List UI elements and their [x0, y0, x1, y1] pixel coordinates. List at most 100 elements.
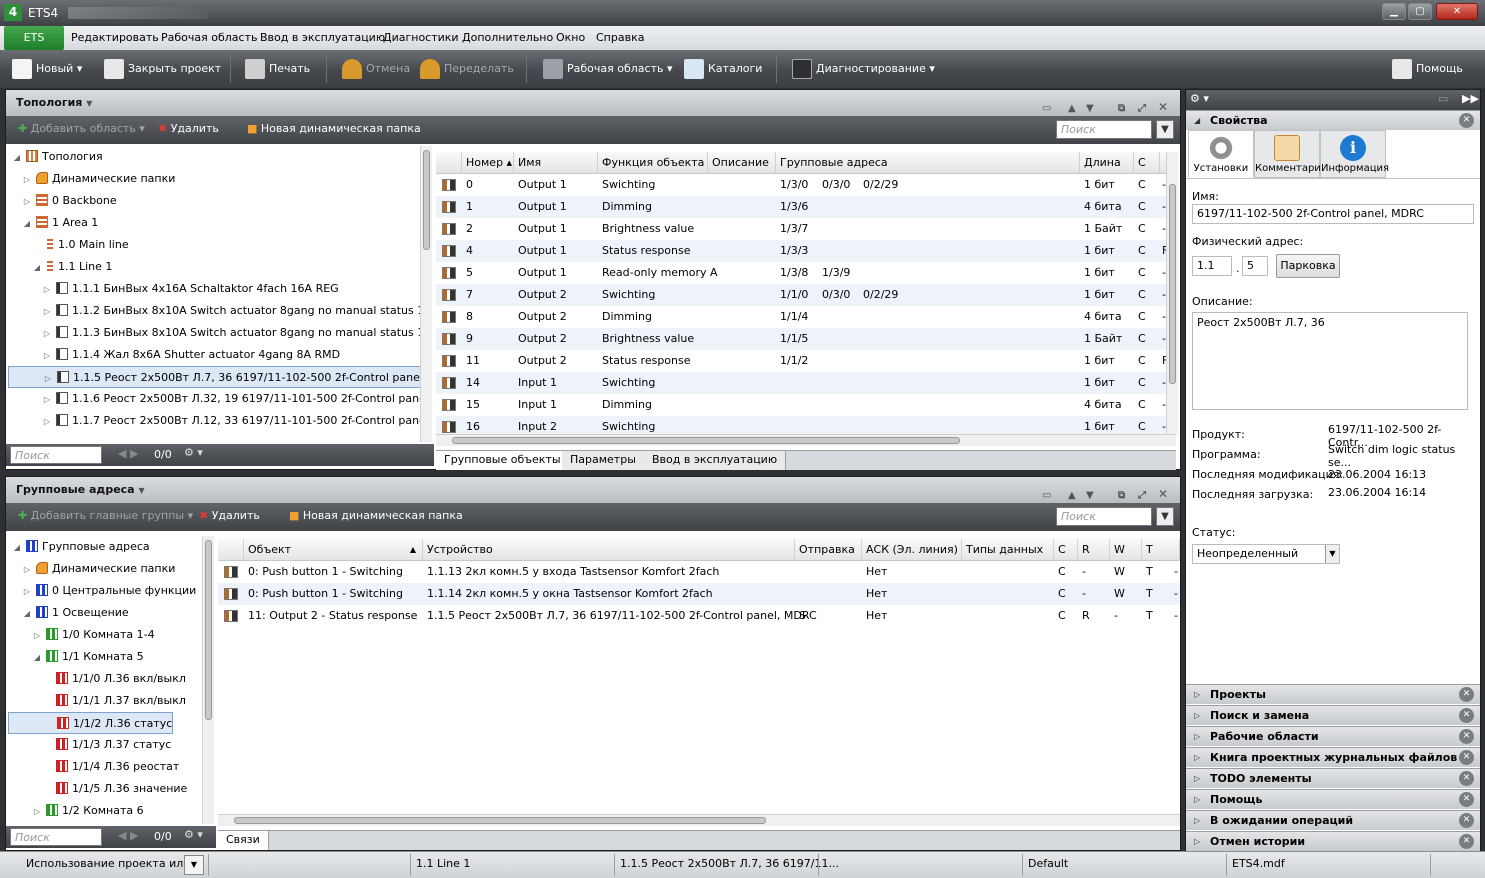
tree-item[interactable]: ▷ Динамические папки — [8, 558, 175, 580]
expand-toggle-icon[interactable]: ▷ — [42, 323, 52, 345]
table-row[interactable]: 16 Input 2 Swichting 1 бит C - — [436, 416, 1166, 434]
side-section-header[interactable]: ▷ TODO элементы ✕ — [1186, 768, 1480, 788]
expand-toggle-icon[interactable]: ▷ — [22, 581, 32, 603]
close-button[interactable]: ✕ — [1436, 3, 1478, 20]
col-name[interactable]: Имя — [514, 152, 598, 174]
col-ack[interactable]: АСК (Эл. линия) — [862, 539, 962, 561]
settings-gear-icon[interactable]: ⚙ ▾ — [1190, 92, 1209, 105]
col-send[interactable]: Отправка — [795, 539, 862, 561]
filter-icon[interactable]: ▼ — [1156, 507, 1174, 526]
tab-group-objects[interactable]: Групповые объекты — [436, 451, 570, 470]
expand-toggle-icon[interactable]: ◢ — [22, 603, 32, 625]
tab-links[interactable]: Связи — [218, 831, 269, 850]
close-section-icon[interactable]: ✕ — [1459, 729, 1474, 744]
tree-item[interactable]: 1/1/1 Л.37 вкл/выкл — [8, 690, 186, 712]
filter-icon[interactable]: ▼ — [1156, 120, 1174, 139]
scroll-thumb[interactable] — [205, 540, 212, 720]
nav-prev-icon[interactable]: ◀ ▶ — [118, 829, 138, 842]
ets-menu-button[interactable]: ETS — [4, 26, 64, 50]
new-dynamic-folder-button[interactable]: ■ Новая динамическая папка — [247, 122, 421, 135]
col-length[interactable]: Длина — [1080, 152, 1134, 174]
delete-button[interactable]: ✖ Удалить — [158, 122, 219, 135]
expand-toggle-icon[interactable]: ▷ — [42, 389, 52, 411]
tree-item[interactable]: 1/1/2 Л.36 статус — [8, 712, 174, 734]
col-number[interactable]: Номер ▴ — [462, 152, 514, 174]
menu-workspace[interactable]: Рабочая область — [161, 31, 257, 44]
menu-edit[interactable]: Редактировать — [71, 31, 159, 44]
scroll-thumb[interactable] — [423, 150, 430, 250]
print-button[interactable]: Печать — [245, 59, 310, 79]
close-section-icon[interactable]: ✕ — [1459, 708, 1474, 723]
tree-item[interactable]: ▷ 0 Backbone — [8, 190, 117, 212]
tree-item[interactable]: ◢ 1 Освещение — [8, 602, 129, 624]
tree-item[interactable]: ▷ 1/0 Комната 1-4 — [8, 624, 155, 646]
tab-settings[interactable]: Установки — [1188, 130, 1254, 178]
close-section-icon[interactable]: ✕ — [1459, 813, 1474, 828]
menu-extras[interactable]: Дополнительно — [462, 31, 553, 44]
table-row[interactable]: 9 Output 2 Brightness value 1/1/5 1 Байт C - — [436, 328, 1166, 350]
expand-toggle-icon[interactable]: ▷ — [22, 169, 32, 191]
menu-commissioning[interactable]: Ввод в эксплуатацию — [260, 31, 385, 44]
expand-toggle-icon[interactable]: ▷ — [43, 368, 53, 390]
tree-item[interactable]: ◢ 1 Area 1 — [8, 212, 98, 234]
chevron-down-icon[interactable]: ▼ — [184, 855, 204, 875]
side-section-header[interactable]: ▷ Рабочие области ✕ — [1186, 726, 1480, 746]
group-objects-vscroll[interactable] — [1166, 152, 1178, 434]
add-main-groups-button[interactable]: ✚ Добавить главные группы ▾ — [18, 509, 193, 522]
tree-item[interactable]: ▷ 1.1.7 Реост 2x500Вт Л.12, 33 6197/11-10… — [8, 410, 420, 432]
expand-toggle-icon[interactable]: ◢ — [32, 647, 42, 669]
tree-item[interactable]: ▷ 1/2 Комната 6 — [8, 800, 144, 822]
close-section-icon[interactable]: ✕ — [1459, 792, 1474, 807]
close-section-icon[interactable]: ✕ — [1459, 113, 1474, 128]
side-section-header[interactable]: ▷ Помощь ✕ — [1186, 789, 1480, 809]
col-t[interactable]: T — [1142, 539, 1180, 561]
new-dynamic-folder-button[interactable]: ■ Новая динамическая папка — [289, 509, 463, 522]
close-section-icon[interactable]: ✕ — [1459, 834, 1474, 849]
tree-item[interactable]: ▷ 1.1.5 Реост 2x500Вт Л.7, 36 6197/11-102… — [8, 366, 420, 388]
expand-toggle-icon[interactable]: ▷ — [22, 191, 32, 213]
col-object[interactable]: Объект ▲ — [244, 539, 423, 561]
expand-toggle-icon[interactable]: ▷ — [42, 411, 52, 433]
scroll-thumb[interactable] — [452, 437, 960, 444]
status-dropdown[interactable]: Неопределенный ▼ — [1192, 544, 1340, 564]
close-section-icon[interactable]: ✕ — [1459, 771, 1474, 786]
group-addresses-search-input[interactable]: Поиск — [1056, 507, 1152, 526]
physical-device-field[interactable]: 5 — [1242, 256, 1268, 276]
topology-tree-scrollbar[interactable] — [420, 146, 432, 442]
tab-information[interactable]: i Информация — [1320, 130, 1389, 178]
col-description[interactable]: Описание — [708, 152, 776, 174]
col-datatypes[interactable]: Типы данных — [962, 539, 1054, 561]
table-row[interactable]: 0: Push button 1 - Switching 1.1.14 2кл к… — [218, 583, 1180, 605]
tree-item[interactable]: ▷ 1.1.2 БинВых 8x10A Switch actuator 8gan… — [8, 300, 420, 322]
workspace-button[interactable]: Рабочая область ▾ — [543, 59, 673, 79]
settings-gear-icon[interactable]: ⚙ ▾ — [184, 828, 203, 841]
panel-collapse-icon[interactable]: ▶▶ — [1462, 92, 1479, 105]
undo-button[interactable]: Отмена — [342, 59, 410, 79]
table-row[interactable]: 0 Output 1 Swichting 1/3/0 0/3/0 0/2/29 1 бит C… — [436, 174, 1166, 196]
expand-toggle-icon[interactable]: ◢ — [22, 213, 32, 235]
expand-toggle-icon[interactable]: ▷ — [42, 301, 52, 323]
tree-item[interactable]: ▷ 1.1.3 БинВых 8x10A Switch actuator 8gan… — [8, 322, 420, 344]
table-row[interactable]: 11 Output 2 Status response 1/1/2 1 бит C F — [436, 350, 1166, 372]
catalogs-button[interactable]: Каталоги — [684, 59, 762, 79]
table-row[interactable]: 2 Output 1 Brightness value 1/3/7 1 Байт C - — [436, 218, 1166, 240]
close-section-icon[interactable]: ✕ — [1459, 687, 1474, 702]
col-function[interactable]: Функция объекта — [598, 152, 708, 174]
diagnostics-button[interactable]: Диагностирование ▾ — [792, 59, 935, 79]
topology-tree-search-input[interactable]: Поиск — [10, 446, 102, 464]
maximize-button[interactable]: ▢ — [1408, 3, 1432, 20]
menu-window[interactable]: Окно — [556, 31, 585, 44]
scroll-thumb[interactable] — [234, 817, 766, 824]
expand-toggle-icon[interactable]: ▷ — [32, 801, 42, 823]
nav-prev-icon[interactable]: ◀ ▶ — [118, 447, 138, 460]
parking-button[interactable]: Парковка — [1276, 254, 1340, 278]
close-section-icon[interactable]: ✕ — [1459, 750, 1474, 765]
expand-toggle-icon[interactable]: ◢ — [12, 147, 22, 169]
tab-comments[interactable]: Комментарии — [1254, 130, 1327, 178]
add-area-button[interactable]: ✚ Добавить область ▾ — [18, 122, 145, 135]
expand-toggle-icon[interactable]: ◢ — [12, 537, 22, 559]
tree-item[interactable]: ◢ Топология — [8, 146, 103, 168]
table-row[interactable]: 5 Output 1 Read-only memory A 1/3/8 1/3/9 1 б… — [436, 262, 1166, 284]
scroll-thumb[interactable] — [1169, 184, 1176, 384]
menu-diagnostics[interactable]: Диагностики — [383, 31, 459, 44]
